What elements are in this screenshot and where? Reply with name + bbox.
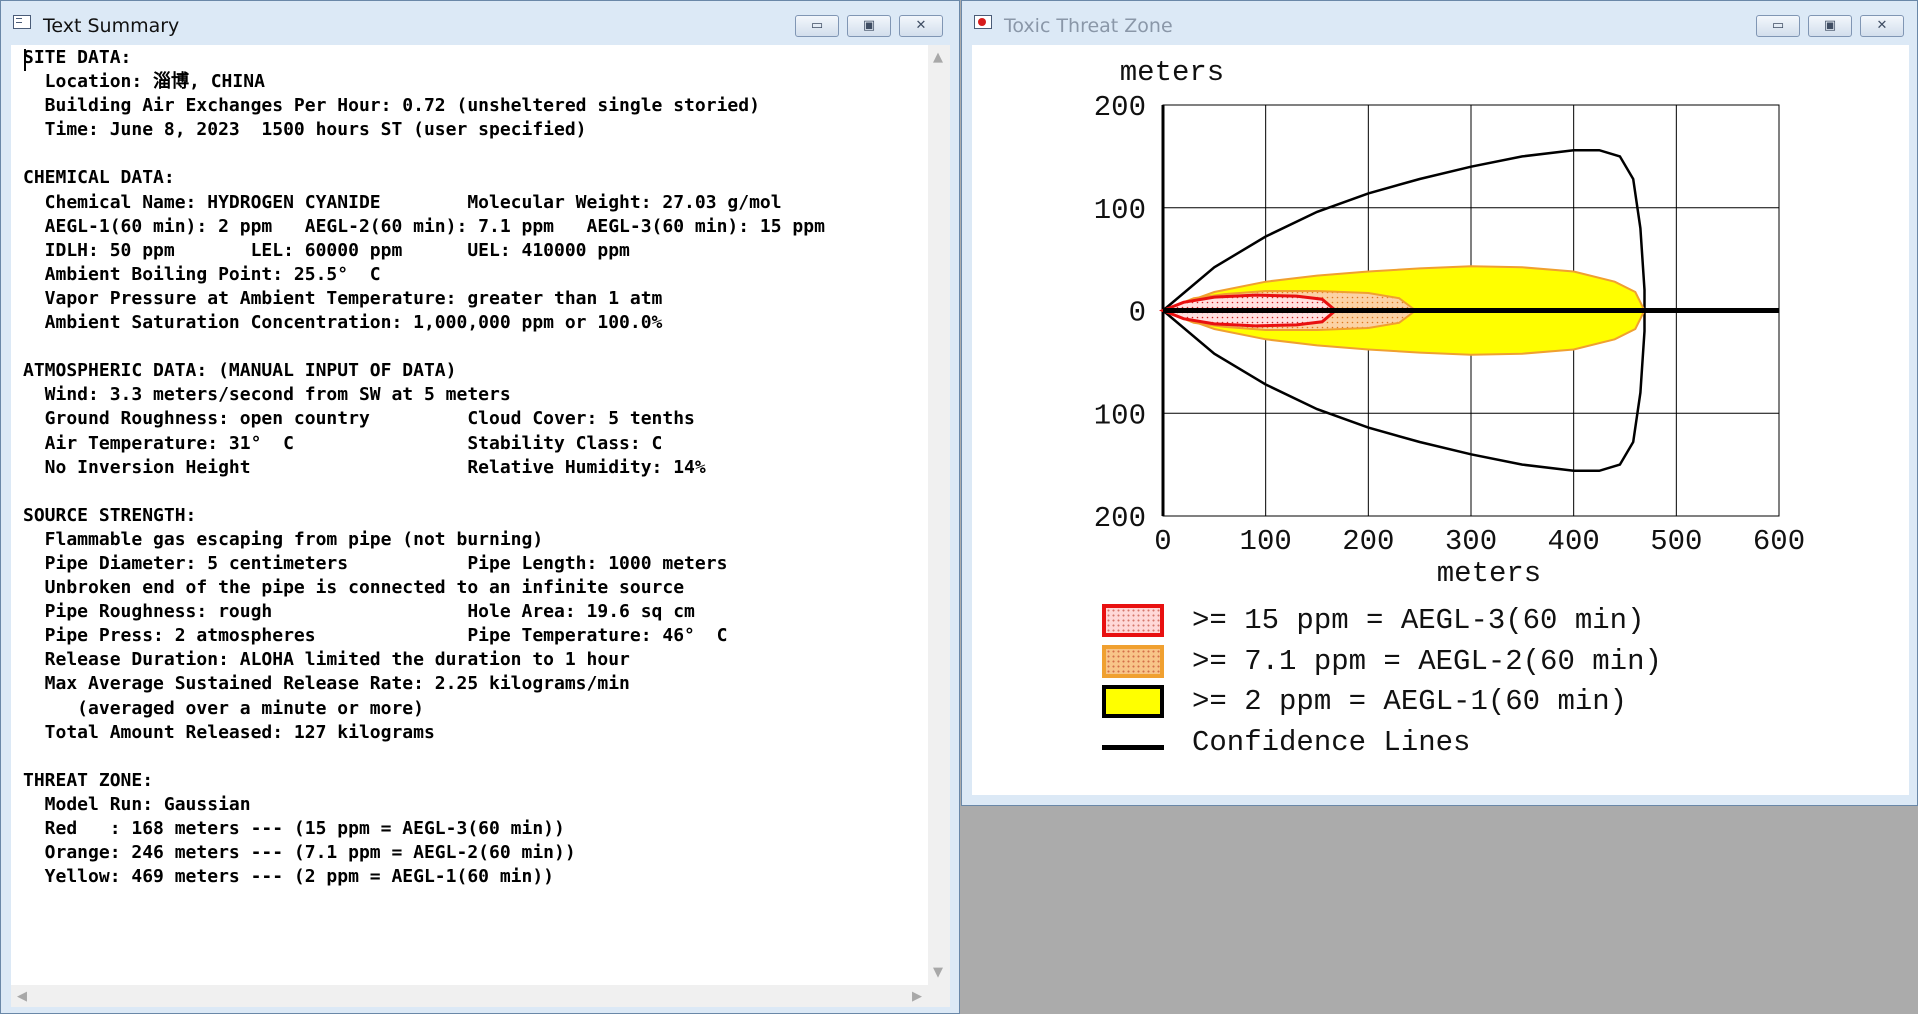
summary-line: (averaged over a minute or more)	[23, 697, 424, 719]
summary-line: AEGL-1(60 min): 2 ppm AEGL-2(60 min): 7.…	[23, 215, 825, 237]
window-title: Text Summary	[43, 15, 180, 37]
legend-swatch	[1102, 604, 1164, 637]
summary-line: Flammable gas escaping from pipe (not bu…	[23, 528, 544, 550]
summary-line: ATMOSPHERIC DATA: (MANUAL INPUT OF DATA)	[23, 360, 457, 382]
size-grip[interactable]	[928, 985, 950, 1007]
summary-line: Air Temperature: 31° C Stability Class: …	[23, 432, 663, 454]
vertical-scrollbar[interactable]: ▲ ▼	[928, 45, 950, 985]
summary-text: SITE DATA: Location: 淄博, CHINA Building …	[23, 46, 825, 889]
summary-line: Wind: 3.3 meters/second from SW at 5 met…	[23, 384, 511, 406]
summary-line: THREAT ZONE:	[23, 769, 154, 791]
close-button[interactable]: ✕	[1860, 15, 1904, 37]
summary-line: Building Air Exchanges Per Hour: 0.72 (u…	[23, 95, 760, 117]
summary-line: Unbroken end of the pipe is connected to…	[23, 577, 685, 599]
summary-line: Ground Roughness: open country Cloud Cov…	[23, 408, 695, 430]
legend-label: Confidence Lines	[1192, 725, 1471, 759]
maximize-button[interactable]: ▣	[847, 15, 891, 37]
legend-swatch	[1102, 644, 1164, 678]
summary-line: IDLH: 50 ppm LEL: 60000 ppm UEL: 410000 …	[23, 239, 630, 261]
summary-line	[23, 745, 825, 769]
legend-swatch	[1102, 744, 1164, 750]
horizontal-scrollbar[interactable]: ◀ ▶	[11, 985, 928, 1007]
summary-line: Model Run: Gaussian	[23, 793, 251, 815]
minimize-button[interactable]: ▭	[1756, 15, 1800, 37]
text-summary-titlebar[interactable]: Text Summary ▭ ▣ ✕	[1, 1, 959, 45]
summary-line: Yellow: 469 meters --- (2 ppm = AEGL-1(6…	[23, 866, 555, 888]
summary-line	[23, 142, 825, 166]
summary-line: Pipe Press: 2 atmospheres Pipe Temperatu…	[23, 625, 728, 647]
minimize-button[interactable]: ▭	[795, 15, 839, 37]
legend-label: >= 7.1 ppm = AEGL-2(60 min)	[1192, 644, 1662, 678]
summary-line: Location: 淄博, CHINA	[23, 71, 265, 93]
legend-swatch	[1102, 685, 1164, 718]
scroll-right-icon[interactable]: ▶	[912, 990, 922, 1003]
threat-zone-window-icon	[974, 15, 992, 29]
threat-zone-titlebar[interactable]: Toxic Threat Zone ▭ ▣ ✕	[962, 1, 1917, 45]
threat-zone-canvas	[972, 45, 1909, 795]
summary-line: Red : 168 meters --- (15 ppm = AEGL-3(60…	[23, 818, 565, 839]
text-summary-window: Text Summary ▭ ▣ ✕ SITE DATA: Location: …	[0, 0, 960, 1014]
summary-line: Max Average Sustained Release Rate: 2.25…	[23, 673, 630, 695]
text-summary-content[interactable]: SITE DATA: Location: 淄博, CHINA Building …	[11, 45, 950, 1007]
maximize-button[interactable]: ▣	[1808, 15, 1852, 37]
summary-line: No Inversion Height Relative Humidity: 1…	[23, 456, 706, 478]
summary-line: Release Duration: ALOHA limited the dura…	[23, 649, 630, 671]
summary-line: Total Amount Released: 127 kilograms	[23, 721, 435, 743]
document-window-icon	[13, 15, 31, 29]
summary-line	[23, 480, 825, 504]
summary-line	[23, 335, 825, 359]
legend-label: >= 15 ppm = AEGL-3(60 min)	[1192, 604, 1645, 637]
summary-line: Time: June 8, 2023 1500 hours ST (user s…	[23, 119, 587, 141]
close-button[interactable]: ✕	[899, 15, 943, 37]
summary-line: SOURCE STRENGTH:	[23, 504, 197, 526]
summary-line: SITE DATA:	[23, 47, 132, 68]
summary-line: Ambient Boiling Point: 25.5° C	[23, 263, 381, 285]
window-title: Toxic Threat Zone	[1004, 15, 1173, 37]
summary-line: Vapor Pressure at Ambient Temperature: g…	[23, 287, 663, 309]
scroll-left-icon[interactable]: ◀	[17, 990, 27, 1003]
scroll-up-icon[interactable]: ▲	[933, 51, 943, 64]
summary-line: Pipe Diameter: 5 centimeters Pipe Length…	[23, 552, 728, 574]
summary-line: Orange: 246 meters --- (7.1 ppm = AEGL-2…	[23, 842, 576, 864]
summary-line: Pipe Roughness: rough Hole Area: 19.6 sq…	[23, 601, 695, 623]
legend-label: >= 2 ppm = AEGL-1(60 min)	[1192, 685, 1628, 718]
scroll-down-icon[interactable]: ▼	[933, 966, 943, 979]
summary-line: Ambient Saturation Concentration: 1,000,…	[23, 312, 663, 334]
summary-line: Chemical Name: HYDROGEN CYANIDE Molecula…	[23, 191, 782, 213]
summary-line: CHEMICAL DATA:	[23, 167, 175, 189]
